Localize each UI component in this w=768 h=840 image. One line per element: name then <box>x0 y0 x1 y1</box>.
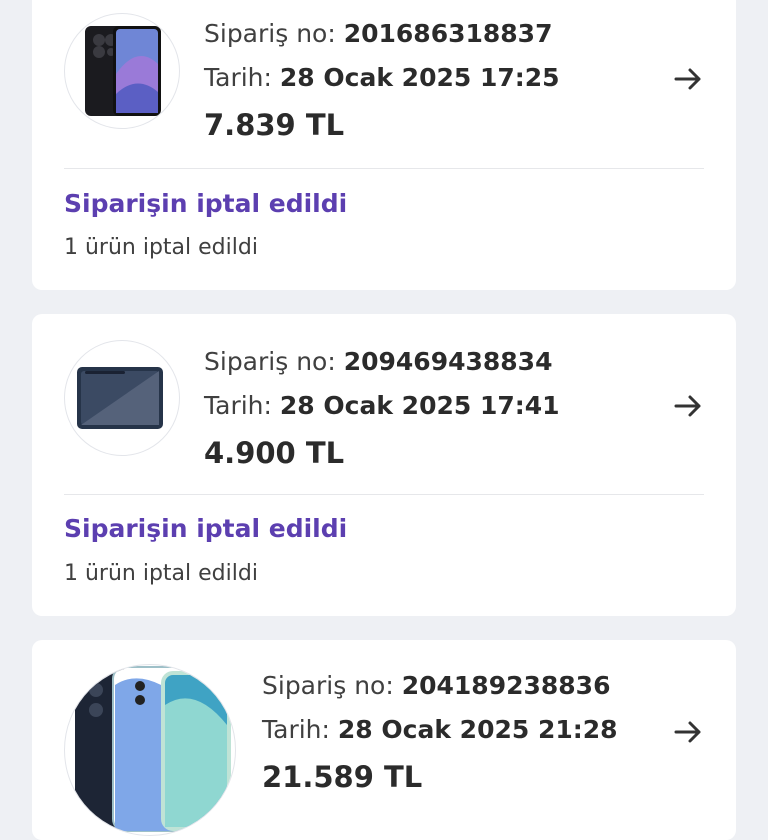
order-status-detail: 1 ürün iptal edildi <box>64 561 258 586</box>
order-number: 204189238836 <box>401 671 611 700</box>
tablet-icon <box>77 367 163 429</box>
order-number-row: Sipariş no: 204189238836 <box>262 664 618 708</box>
order-card[interactable]: Sipariş no: 209469438834 Tarih: 28 Ocak … <box>32 314 736 616</box>
order-date-row: Tarih: 28 Ocak 2025 21:28 <box>262 708 618 752</box>
order-date: 28 Ocak 2025 21:28 <box>337 715 618 744</box>
order-info: Sipariş no: 204189238836 Tarih: 28 Ocak … <box>262 664 618 802</box>
order-number-row: Sipariş no: 201686318837 <box>204 12 560 56</box>
divider <box>64 494 704 495</box>
order-date-label: Tarih: <box>204 63 272 92</box>
order-status-detail: 1 ürün iptal edildi <box>64 235 258 260</box>
order-date: 28 Ocak 2025 17:41 <box>279 391 560 420</box>
order-date-label: Tarih: <box>204 391 272 420</box>
product-thumbnail <box>64 340 180 456</box>
order-date-label: Tarih: <box>262 715 330 744</box>
order-card[interactable]: Sipariş no: 204189238836 Tarih: 28 Ocak … <box>32 640 736 840</box>
order-number: 209469438834 <box>343 347 553 376</box>
order-price: 4.900 TL <box>204 436 345 470</box>
smartphones-icon <box>75 666 231 832</box>
divider <box>64 168 704 169</box>
order-number-label: Sipariş no: <box>204 19 336 48</box>
product-thumbnail <box>64 13 180 129</box>
order-info: Sipariş no: 209469438834 Tarih: 28 Ocak … <box>204 340 560 478</box>
order-date: 28 Ocak 2025 17:25 <box>279 63 560 92</box>
smartphone-icon <box>85 26 161 116</box>
order-card[interactable]: Sipariş no: 201686318837 Tarih: 28 Ocak … <box>32 0 736 290</box>
order-status: Siparişin iptal edildi <box>64 514 348 543</box>
order-price: 7.839 TL <box>204 108 345 142</box>
order-number: 201686318837 <box>343 19 553 48</box>
product-thumbnail <box>64 664 236 836</box>
order-price: 21.589 TL <box>262 760 423 794</box>
order-info: Sipariş no: 201686318837 Tarih: 28 Ocak … <box>204 12 560 150</box>
order-number-label: Sipariş no: <box>204 347 336 376</box>
arrow-right-icon[interactable] <box>672 63 704 95</box>
arrow-right-icon[interactable] <box>672 716 704 748</box>
order-date-row: Tarih: 28 Ocak 2025 17:25 <box>204 56 560 100</box>
arrow-right-icon[interactable] <box>672 390 704 422</box>
order-number-row: Sipariş no: 209469438834 <box>204 340 560 384</box>
order-date-row: Tarih: 28 Ocak 2025 17:41 <box>204 384 560 428</box>
order-number-label: Sipariş no: <box>262 671 394 700</box>
order-status: Siparişin iptal edildi <box>64 189 348 218</box>
